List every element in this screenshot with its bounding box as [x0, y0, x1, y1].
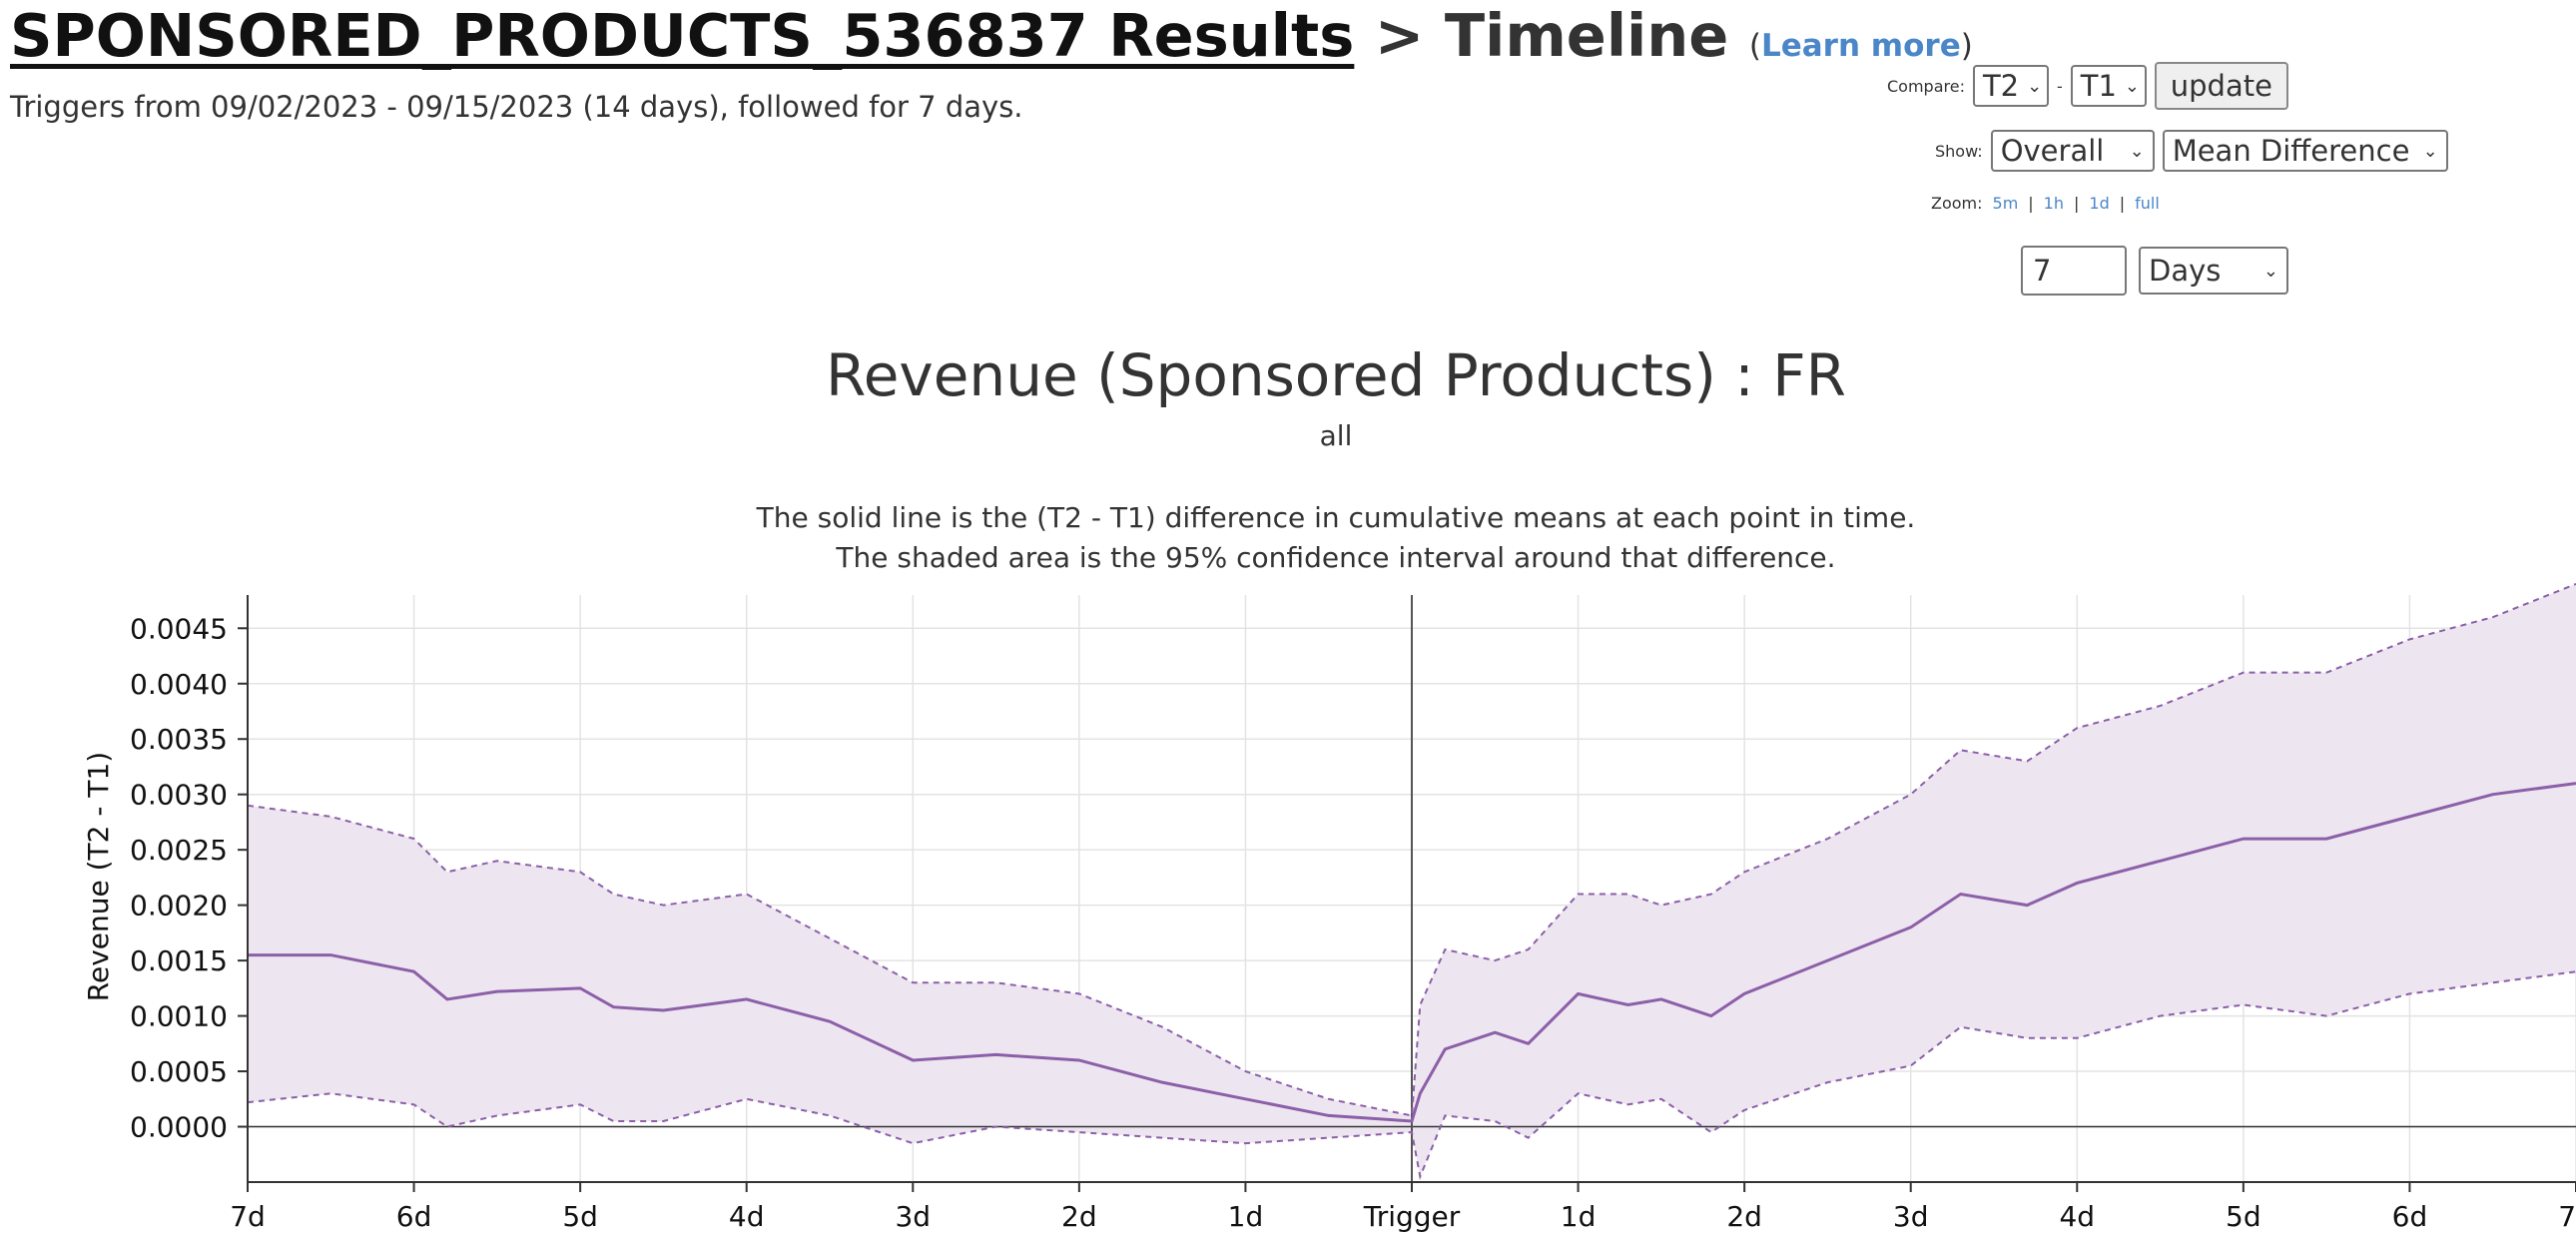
- x-tick-label: 7d: [2558, 1200, 2576, 1233]
- y-tick-label: 0.0005: [130, 1055, 228, 1088]
- x-tick-label: 7d: [230, 1200, 266, 1233]
- chart-title: Revenue (Sponsored Products) : FR: [826, 341, 1846, 409]
- x-tick-label: Trigger: [1363, 1200, 1461, 1233]
- chart-subtitle: all: [1320, 419, 1353, 452]
- y-tick-label: 0.0030: [130, 779, 228, 812]
- chart-description-line: The solid line is the (T2 - T1) differen…: [756, 501, 1916, 534]
- y-tick-label: 0.0045: [130, 612, 228, 645]
- x-tick-label: 1d: [1561, 1200, 1597, 1233]
- y-tick-label: 0.0025: [130, 834, 228, 867]
- chart-description-line: The shaded area is the 95% confidence in…: [835, 541, 1835, 574]
- y-axis-label: Revenue (T2 - T1): [82, 752, 115, 1001]
- x-tick-label: 6d: [396, 1200, 432, 1233]
- x-tick-label: 5d: [562, 1200, 598, 1233]
- x-tick-label: 2d: [1061, 1200, 1097, 1233]
- y-tick-label: 0.0040: [130, 668, 228, 701]
- x-tick-label: 3d: [1893, 1200, 1929, 1233]
- y-tick-label: 0.0010: [130, 1000, 228, 1033]
- x-tick-label: 4d: [2059, 1200, 2095, 1233]
- y-tick-label: 0.0000: [130, 1111, 228, 1144]
- x-tick-label: 5d: [2226, 1200, 2261, 1233]
- y-tick-label: 0.0035: [130, 723, 228, 756]
- x-tick-label: 1d: [1228, 1200, 1264, 1233]
- x-tick-label: 2d: [1726, 1200, 1762, 1233]
- x-tick-label: 6d: [2392, 1200, 2428, 1233]
- x-tick-label: 4d: [729, 1200, 765, 1233]
- timeline-chart: Revenue (Sponsored Products) : FR all The …: [82, 341, 2576, 1233]
- y-tick-label: 0.0015: [130, 944, 228, 977]
- y-tick-label: 0.0020: [130, 890, 228, 923]
- x-tick-label: 3d: [895, 1200, 931, 1233]
